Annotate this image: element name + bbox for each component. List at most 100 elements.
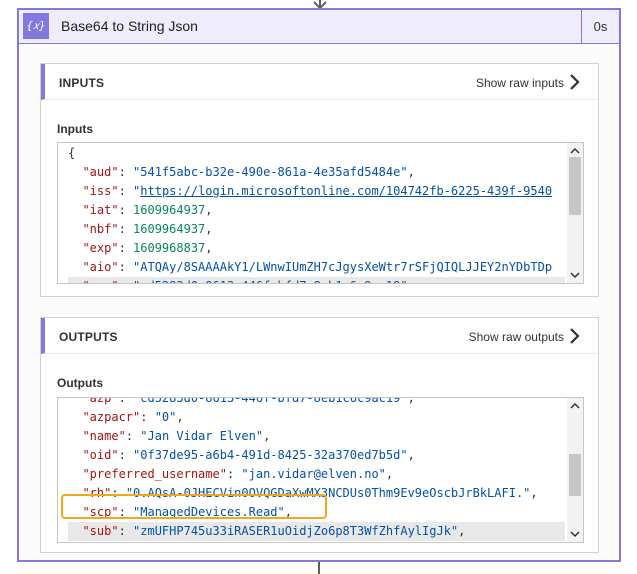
code-token: "azp" — [82, 397, 119, 405]
code-token: : — [119, 279, 133, 283]
code-token: , — [407, 165, 415, 179]
code-token: "cd5283d0-8613-446f-bfd7-8eb1c6c9ac19" — [133, 279, 408, 283]
code-token: : — [118, 222, 134, 236]
code-token: "name" — [82, 429, 126, 443]
code-line: { — [68, 144, 565, 163]
code-line: "sub": "zmUFHP745u33iRASER1uOidjZo6p8T3W… — [68, 522, 565, 541]
code-token: : — [118, 241, 134, 255]
show-raw-outputs-link[interactable]: Show raw outputs — [469, 330, 564, 344]
code-token: "aud" — [82, 165, 119, 179]
inputs-json-text: { "aud": "541f5abc-b32e-490e-861a-4e35af… — [68, 144, 565, 283]
code-token: "0f37de95-a6b4-491d-8425-32a370ed7b5d" — [133, 448, 408, 462]
code-line: "azp": "cd5283d0-8613-446f-bfd7-8eb1c6c9… — [68, 397, 565, 408]
code-token: 1609964937 — [133, 203, 206, 217]
code-token: : — [118, 184, 134, 198]
scroll-up-icon[interactable] — [569, 400, 581, 412]
code-token: : — [118, 260, 134, 274]
code-token: : — [118, 524, 134, 538]
expression-icon: {𝑥} — [23, 13, 49, 39]
code-token: : — [226, 467, 242, 481]
code-token: "ATQAy/8SAAAAkY1/LWnwIUmZH7cJgysXeWtr7rS… — [133, 260, 553, 274]
outputs-scroll-thumb[interactable] — [569, 454, 581, 496]
code-token: "jan.vidar@elven.no" — [241, 467, 386, 481]
code-token: "aio" — [82, 260, 119, 274]
code-token: 1609968837 — [133, 241, 206, 255]
action-card-header[interactable]: {𝑥} Base64 to String Json 0s — [19, 10, 619, 44]
code-token: https://login.microsoftonline.com/104742… — [140, 184, 553, 198]
code-token: "preferred_username" — [82, 467, 227, 481]
code-token: , — [530, 486, 538, 500]
outputs-heading: OUTPUTS — [59, 330, 118, 344]
code-token: , — [176, 410, 184, 424]
code-token: , — [408, 279, 415, 283]
code-line: "oid": "0f37de95-a6b4-491d-8425-32a370ed… — [68, 446, 565, 465]
inputs-section: INPUTS Show raw inputs Inputs { "aud": "… — [40, 63, 599, 297]
code-line: "iat": 1609964937, — [68, 201, 565, 220]
action-title: Base64 to String Json — [61, 18, 198, 34]
outputs-section-header: OUTPUTS Show raw outputs — [41, 318, 598, 354]
connector-line — [318, 562, 320, 574]
code-token: : — [125, 429, 141, 443]
code-token: "0" — [154, 410, 177, 424]
code-token: "iss" — [82, 184, 119, 198]
scroll-up-icon[interactable] — [569, 145, 581, 157]
scp-highlight-box — [61, 494, 327, 519]
code-token: , — [205, 222, 213, 236]
code-token: "sub" — [82, 524, 119, 538]
code-token: 1609964937 — [133, 222, 206, 236]
chevron-right-icon[interactable] — [568, 73, 582, 91]
code-token: "zmUFHP745u33iRASER1uOidjZo6p8T3WfZhfAyl… — [133, 524, 459, 538]
code-token: : — [118, 165, 134, 179]
inputs-heading: INPUTS — [59, 76, 105, 90]
code-token: , — [385, 467, 394, 481]
code-token: { — [68, 146, 76, 160]
code-line: "iss": "https://login.microsoftonline.co… — [68, 182, 565, 201]
code-token: "541f5abc-b32e-490e-861a-4e35afd5484e" — [133, 165, 408, 179]
code-token: "cd5283d0-8613-446f-bfd7-8eb1c6c9ac19" — [133, 397, 408, 405]
code-line: "nbf": 1609964937, — [68, 220, 565, 239]
code-line: "name": "Jan Vidar Elven", — [68, 427, 565, 446]
inputs-scrollbar[interactable] — [567, 143, 583, 283]
code-token: , — [407, 448, 415, 462]
inputs-section-header: INPUTS Show raw inputs — [41, 64, 598, 100]
outputs-scrollbar[interactable] — [567, 398, 583, 542]
inputs-label: Inputs — [57, 122, 93, 136]
code-token: "Jan Vidar Elven" — [140, 429, 264, 443]
outputs-label: Outputs — [57, 376, 103, 390]
code-token: "iat" — [82, 203, 119, 217]
code-token: , — [407, 397, 415, 405]
chevron-right-icon[interactable] — [568, 327, 582, 345]
code-line: "aud": "541f5abc-b32e-490e-861a-4e35afd5… — [68, 163, 565, 182]
code-token: "oid" — [82, 448, 119, 462]
code-line: "azpacr": "0", — [68, 408, 565, 427]
code-token: : — [118, 397, 134, 405]
outputs-code-viewer[interactable]: "azp": "cd5283d0-8613-446f-bfd7-8eb1c6c9… — [57, 397, 584, 543]
code-line: "aio": "ATQAy/8SAAAAkY1/LWnwIUmZH7cJgysX… — [68, 258, 565, 277]
inputs-code-viewer[interactable]: { "aud": "541f5abc-b32e-490e-861a-4e35af… — [57, 142, 584, 284]
scroll-down-icon[interactable] — [569, 528, 581, 540]
inputs-scroll-thumb[interactable] — [569, 157, 581, 215]
code-token: "azp" — [82, 279, 118, 283]
show-raw-inputs-link[interactable]: Show raw inputs — [476, 76, 564, 90]
code-token: , — [263, 429, 271, 443]
code-token: , — [458, 524, 466, 538]
scroll-down-icon[interactable] — [569, 269, 581, 281]
action-duration: 0s — [581, 10, 619, 43]
code-line: "preferred_username": "jan.vidar@elven.n… — [68, 465, 565, 484]
code-token: : — [118, 203, 134, 217]
code-token: : — [140, 410, 155, 424]
code-token: : — [118, 448, 134, 462]
code-token: "nbf" — [82, 222, 119, 236]
code-token: "exp" — [82, 241, 119, 255]
